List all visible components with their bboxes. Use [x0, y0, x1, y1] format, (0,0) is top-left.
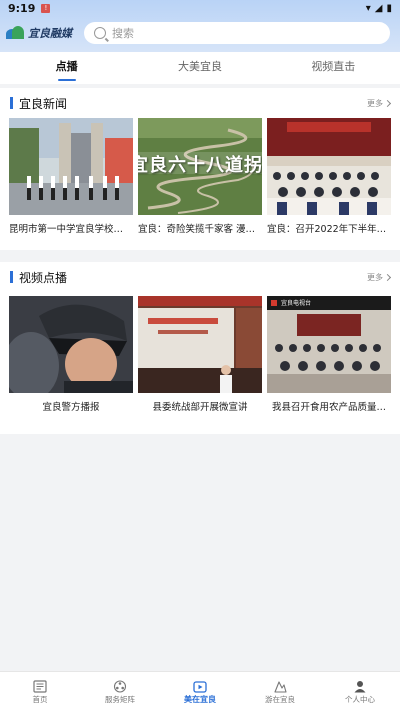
nav-meizai-yiliang[interactable]: 美在宜良: [160, 672, 240, 711]
status-bar: 9:19 ! ▾ ◢ ▮: [0, 0, 400, 16]
status-time: 9:19: [8, 1, 36, 15]
news-section: 宜良新闻 更多 昆明市第一中学宜良学校… 宜良六十八道拐 宜良：奇险笑揽千家客 …: [0, 88, 400, 250]
video-card-title: 宜良警方播报: [42, 402, 100, 413]
news-cards: 昆明市第一中学宜良学校… 宜良六十八道拐 宜良：奇险笑揽千家客 漫… 宜良：召开…: [0, 118, 400, 235]
search-icon: [94, 27, 106, 39]
news-card-title: 宜良：奇险笑揽千家客 漫…: [138, 224, 256, 235]
signal-icon: ◢: [374, 2, 383, 14]
video-icon: [193, 678, 207, 693]
nav-home[interactable]: 首页: [0, 672, 80, 711]
video-more-link[interactable]: 更多: [367, 272, 392, 283]
top-tabs: 点播 大美宜良 视频直击: [0, 52, 400, 84]
nav-service-matrix[interactable]: 服务矩阵: [80, 672, 160, 711]
app-bar: 宜良融媒 搜索: [0, 16, 400, 50]
police-helmet-thumbnail: [9, 296, 133, 393]
notification-icon: !: [41, 3, 51, 13]
top-header: 9:19 ! ▾ ◢ ▮ 宜良融媒 搜索: [0, 0, 400, 52]
video-card[interactable]: 宜良电视台 我县召开食用农产品质量…: [267, 296, 391, 413]
news-card[interactable]: 宜良六十八道拐 宜良：奇险笑揽千家客 漫…: [138, 118, 262, 235]
video-section-title: 视频点播: [19, 270, 68, 285]
battery-icon: ▮: [386, 2, 392, 14]
logo-mark-icon: [6, 26, 24, 40]
winding-road-thumbnail: 宜良六十八道拐: [138, 118, 262, 215]
section-marker: [10, 271, 13, 283]
news-card-title: 昆明市第一中学宜良学校…: [9, 224, 124, 235]
news-image-overlay-text: 宜良六十八道拐: [138, 155, 262, 176]
search-placeholder: 搜索: [112, 27, 134, 40]
tab-damei-yiliang[interactable]: 大美宜良: [133, 52, 266, 84]
newspaper-icon: [33, 678, 47, 693]
status-icons: ▾ ◢ ▮: [366, 3, 392, 14]
nav-youzai-yiliang-label: 游在宜良: [265, 695, 295, 704]
nav-profile[interactable]: 个人中心: [320, 672, 400, 711]
news-section-header: 宜良新闻 更多: [0, 88, 400, 118]
section-marker: [10, 97, 13, 109]
travel-icon: [273, 678, 287, 693]
person-icon: [353, 678, 367, 693]
video-card-title: 我县召开食用农产品质量…: [271, 402, 386, 413]
news-section-title: 宜良新闻: [19, 96, 68, 111]
video-card[interactable]: 宜良警方播报: [9, 296, 133, 413]
video-card[interactable]: 县委统战部开展微宣讲: [138, 296, 262, 413]
nav-service-matrix-label: 服务矩阵: [105, 695, 135, 704]
tv-station-watermark: 宜良电视台: [281, 300, 312, 307]
conference-thumbnail: 宜良电视台: [267, 296, 391, 393]
lecture-thumbnail: [138, 296, 262, 393]
tab-shipin-zhiji[interactable]: 视频直击: [267, 52, 400, 84]
news-card[interactable]: 昆明市第一中学宜良学校…: [9, 118, 133, 235]
school-gate-thumbnail: [9, 118, 133, 215]
chevron-right-icon: [383, 99, 392, 107]
meeting-hall-thumbnail: [267, 118, 391, 215]
logo-text: 宜良融媒: [28, 27, 72, 40]
video-section-header: 视频点播 更多: [0, 262, 400, 292]
nav-profile-label: 个人中心: [345, 695, 375, 704]
nav-meizai-yiliang-label: 美在宜良: [184, 695, 216, 704]
search-input[interactable]: 搜索: [84, 22, 390, 44]
app-logo[interactable]: 宜良融媒: [6, 25, 76, 41]
news-card-title: 宜良：召开2022年下半年…: [267, 224, 387, 235]
nav-home-label: 首页: [32, 695, 48, 704]
news-card[interactable]: 宜良：召开2022年下半年…: [267, 118, 391, 235]
video-card-title: 县委统战部开展微宣讲: [152, 402, 248, 413]
chevron-right-icon: [383, 273, 392, 281]
tab-dianbo[interactable]: 点播: [0, 52, 133, 84]
nav-youzai-yiliang[interactable]: 游在宜良: [240, 672, 320, 711]
wifi-icon: ▾: [365, 2, 371, 14]
matrix-icon: [113, 678, 127, 693]
bottom-nav: 首页 服务矩阵 美在宜良 游在宜良 个人中心: [0, 671, 400, 711]
video-cards: 宜良警方播报 县委统战部开展微宣讲 宜良电视台 我县召开食用农产品质量…: [0, 296, 400, 413]
news-more-link[interactable]: 更多: [367, 98, 392, 109]
video-section: 视频点播 更多 宜良警方播报 县委统战部开展微宣讲 宜良电视台 我县召开食用农产…: [0, 262, 400, 434]
